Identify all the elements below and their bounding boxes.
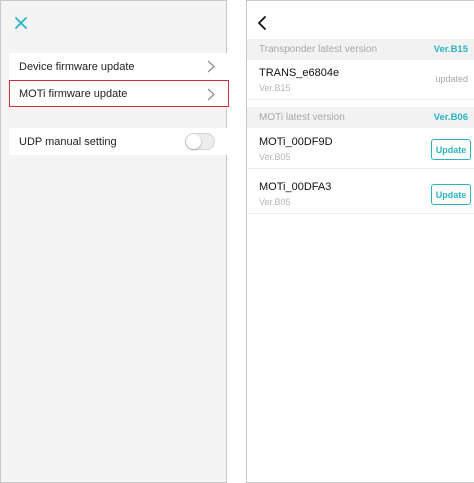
settings-screen: Device firmware update MOTi firmware upd… <box>0 0 229 483</box>
chevron-right-icon <box>207 88 215 101</box>
device-firmware-update-label: Device firmware update <box>19 60 135 73</box>
transponder-status: updated <box>435 74 468 84</box>
moti-firmware-update-row[interactable]: MOTi firmware update <box>9 80 229 107</box>
moti-firmware-update-label: MOTi firmware update <box>19 88 128 100</box>
moti-firmware-screen: Transponder latest version Ver.B15 TRANS… <box>246 0 474 483</box>
moti-section-label: MOTi latest version <box>259 112 345 123</box>
transponder-version: Ver.B15 <box>259 83 291 93</box>
update-button[interactable]: Update <box>431 184 471 205</box>
transponder-latest-version: Ver.B15 <box>433 44 468 55</box>
udp-manual-setting-label: UDP manual setting <box>19 135 117 148</box>
close-icon[interactable] <box>12 14 30 32</box>
udp-manual-setting-toggle[interactable] <box>185 133 215 150</box>
chevron-right-icon <box>207 60 215 73</box>
moti-latest-version: Ver.B06 <box>433 112 468 123</box>
toggle-knob <box>186 134 201 149</box>
firmware-group: Device firmware update MOTi firmware upd… <box>9 53 229 107</box>
moti-device-name: MOTi_00DFA3 <box>259 181 332 193</box>
back-icon[interactable] <box>257 15 267 31</box>
udp-group: UDP manual setting <box>9 128 229 155</box>
update-button[interactable]: Update <box>431 139 471 160</box>
transponder-row: TRANS_e6804e Ver.B15 updated <box>247 60 474 100</box>
transponder-name: TRANS_e6804e <box>259 67 340 79</box>
moti-device-row: MOTi_00DF9D Ver.B05 Update <box>247 129 474 169</box>
transponder-section-label: Transponder latest version <box>259 44 378 55</box>
moti-device-version: Ver.B05 <box>259 152 291 162</box>
moti-device-version: Ver.B05 <box>259 197 291 207</box>
udp-manual-setting-row: UDP manual setting <box>9 128 229 155</box>
moti-device-row: MOTi_00DFA3 Ver.B05 Update <box>247 174 474 214</box>
transponder-section-header: Transponder latest version Ver.B15 <box>247 39 474 60</box>
device-firmware-update-row[interactable]: Device firmware update <box>9 53 229 80</box>
moti-section-header: MOTi latest version Ver.B06 <box>247 107 474 128</box>
moti-device-name: MOTi_00DF9D <box>259 136 333 148</box>
